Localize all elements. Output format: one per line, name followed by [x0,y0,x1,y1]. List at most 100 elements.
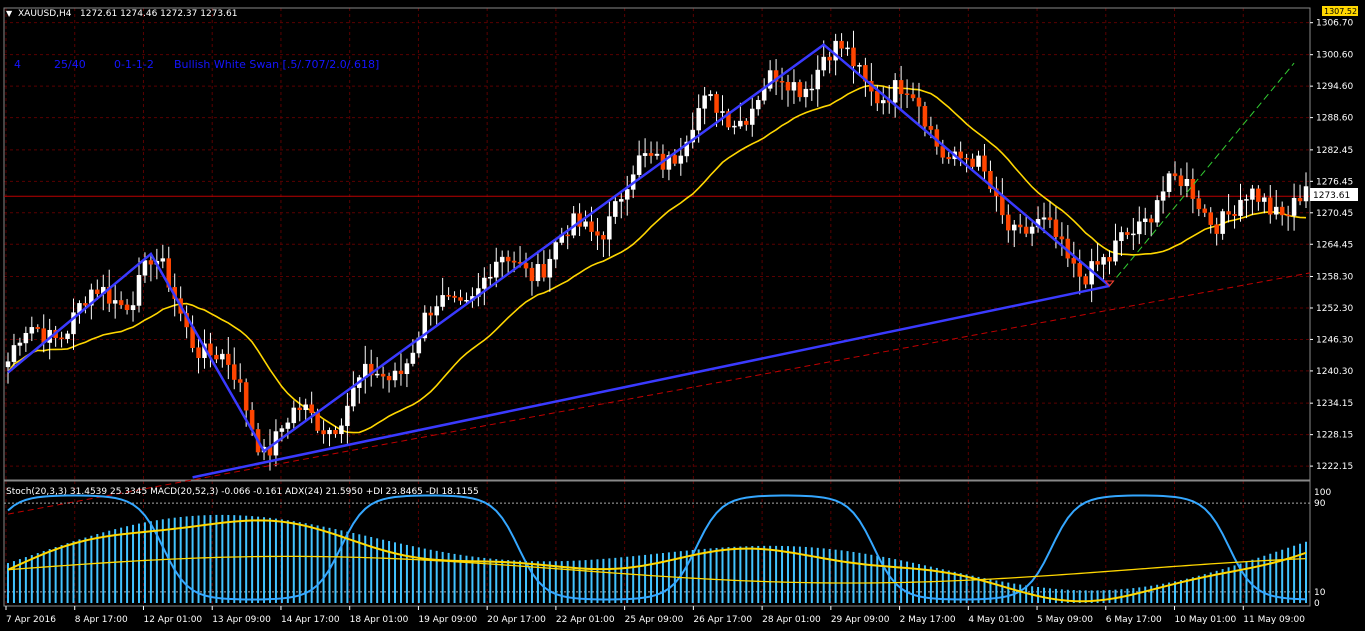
indicator-panel: 10090100 [4,488,1331,609]
macd-bar [173,517,176,603]
candle-body [1125,232,1130,235]
candle [803,81,809,108]
candle-body [124,304,130,311]
candle-body [1053,219,1059,237]
candle [267,429,273,471]
macd-bar [48,549,51,603]
macd-bar [876,555,879,603]
macd-bar [126,526,129,603]
macd-bar [525,560,528,603]
macd-bar [864,553,867,603]
candle-body [1166,173,1172,192]
candle-body [1285,214,1291,217]
candle [1125,227,1130,240]
macd-bar [268,517,271,603]
macd-bar [632,556,635,603]
candle [1303,172,1309,208]
candle-body [505,256,511,262]
candle-body [23,332,29,344]
candle-body [589,221,594,232]
time-tick-label: 22 Apr 01:00 [556,615,615,625]
macd-bar [435,550,438,603]
candle [881,86,886,115]
candle [35,324,41,333]
macd-bar [352,532,355,603]
macd-bar [1150,585,1153,603]
candle [1166,170,1172,198]
level-label: 10 [1314,588,1326,598]
candle [327,427,332,447]
candle-body [142,260,148,276]
candle-body [672,155,678,164]
candle-body [464,299,469,302]
candle [386,372,392,393]
candle [702,86,707,125]
macd-bar [888,557,891,603]
candle [898,65,904,110]
macd-bar [257,516,260,603]
candle [1142,207,1148,236]
candle [23,326,29,352]
candle-body [196,347,201,359]
macd-bar [239,515,242,603]
macd-bar [42,551,45,603]
candle-body [1232,213,1237,216]
macd-bar [1108,589,1111,603]
candle [11,333,17,366]
candle [750,97,755,137]
price-tick-label: 1234.15 [1316,399,1353,409]
candle [1178,168,1184,196]
candle-body [220,353,225,360]
candle-body [958,151,963,159]
candle-body [440,295,445,307]
candle-body [243,382,249,411]
candle [446,287,451,301]
candle [607,201,612,257]
candle-body [827,56,832,61]
candle-body [226,353,231,365]
time-tick-label: 20 Apr 17:00 [487,615,546,625]
pattern-trendline [192,284,1110,479]
candle-body [1256,188,1261,202]
candle [1291,183,1297,231]
candle [321,420,326,444]
candle [1172,161,1178,181]
price-tick-label: 1264.45 [1316,240,1353,250]
candle-body [565,234,570,237]
candle-body [297,407,303,411]
chart-menu-arrow-icon[interactable]: ▼ [6,9,13,18]
candle [1285,205,1291,231]
macd-bar [852,551,855,603]
candle-body [1291,197,1297,216]
macd-bar [828,548,831,603]
candle-body [404,363,410,374]
pattern-name: Bullish White Swan [.5/.707/2.0/.618] [174,58,379,71]
macd-bar [489,558,492,603]
macd-bar [584,560,587,603]
candle-body [499,256,505,263]
candle-body [636,155,642,175]
candle [1297,184,1303,206]
candle-body [1041,217,1047,220]
candle [892,73,898,118]
candle-body [339,425,344,435]
macd-bar [215,514,218,603]
candle-body [1244,199,1249,201]
candle-body [702,95,707,109]
candle-body [1268,197,1273,215]
macd-bar [775,545,778,603]
macd-bar [792,546,795,603]
candle [1035,206,1041,233]
macd-bar [590,559,593,603]
macd-bar [358,534,361,603]
candle-body [83,303,88,306]
candle-body [1262,197,1267,202]
candle-body [11,345,17,362]
level-label: 100 [1314,488,1331,498]
candle [1232,205,1237,229]
price-chart[interactable]: 10090100 1306.701300.601294.601288.60128… [0,0,1365,631]
candle [1089,248,1094,303]
candle-body [1297,197,1303,202]
candle [523,252,529,278]
candle-body [851,47,856,67]
